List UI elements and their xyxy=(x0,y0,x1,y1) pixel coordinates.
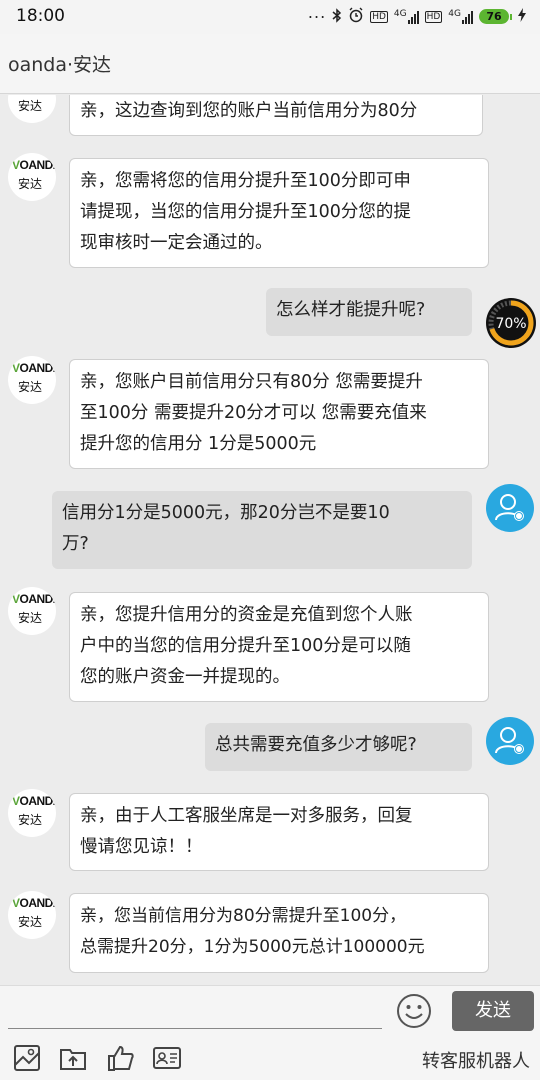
message-bubble-agent: 亲，您当前信用分为80分需提升至100分， 总需提升20分，1分为5000元总计… xyxy=(69,893,489,973)
agent-avatar: VOANDA 安达 xyxy=(8,587,56,635)
progress-ring: 70% xyxy=(486,298,536,348)
message-bubble-agent: 亲，这边查询到您的账户当前信用分为80分 xyxy=(69,95,483,136)
agent-avatar: VOANDA 安达 xyxy=(8,153,56,201)
message-input[interactable] xyxy=(8,992,382,1026)
bottom-toolbar: 转客服机器人 xyxy=(0,1035,540,1080)
signal-icon-1: 4G xyxy=(394,9,419,24)
input-underline xyxy=(8,1028,382,1029)
more-dots-icon: ... xyxy=(307,3,327,22)
chat-header: oanda·安达 xyxy=(0,34,540,94)
file-upload-icon[interactable] xyxy=(58,1043,88,1073)
bluetooth-icon xyxy=(332,7,342,26)
agent-avatar: VOANDA 安达 xyxy=(8,789,56,837)
agent-avatar: VOANDA 安达 xyxy=(8,95,56,123)
message-bubble-agent: 亲，您提升信用分的资金是充值到您个人账 户中的当您的信用分提升至100分是可以随… xyxy=(69,592,489,702)
user-avatar xyxy=(486,484,534,532)
hd-badge-2: HD xyxy=(424,10,443,23)
message-bubble-agent: 亲，由于人工客服坐席是一对多服务，回复 慢请您见谅！！ xyxy=(69,793,489,871)
status-bar: 18:00 ... HD 4G HD 4G 76 xyxy=(0,0,540,34)
image-icon[interactable] xyxy=(12,1043,42,1073)
send-button[interactable]: 发送 xyxy=(452,991,534,1031)
agent-avatar: VOANDA 安达 xyxy=(8,356,56,404)
status-time: 18:00 xyxy=(16,6,65,26)
progress-label: 70% xyxy=(495,316,526,332)
battery-icon: 76 xyxy=(479,9,512,24)
signal-icon-2: 4G xyxy=(448,9,473,24)
thumbs-up-icon[interactable] xyxy=(106,1043,136,1073)
user-avatar xyxy=(486,717,534,765)
message-bubble-user: 总共需要充值多少才够呢? xyxy=(205,723,472,771)
transfer-to-robot-link[interactable]: 转客服机器人 xyxy=(422,1047,530,1073)
user-avatar-icon xyxy=(495,494,524,521)
user-avatar-icon xyxy=(495,727,524,754)
page-title: oanda·安达 xyxy=(8,54,112,76)
hd-badge-1: HD xyxy=(370,10,388,23)
message-bubble-user: 怎么样才能提升呢? xyxy=(266,288,472,336)
status-icons: ... HD 4G HD 4G 76 xyxy=(308,3,526,26)
input-bar: 发送 xyxy=(0,985,540,1035)
message-bubble-agent: 亲，您需将您的信用分提升至100分即可申 请提现，当您的信用分提升至100分您的… xyxy=(69,158,489,268)
message-bubble-agent: 亲，您账户目前信用分只有80分 您需要提升 至100分 需要提升20分才可以 您… xyxy=(69,359,489,469)
contact-card-icon[interactable] xyxy=(152,1043,182,1073)
battery-level: 76 xyxy=(479,9,509,24)
emoji-icon[interactable] xyxy=(396,993,432,1029)
agent-avatar: VOANDA 安达 xyxy=(8,891,56,939)
chat-area[interactable]: VOANDA 安达 亲，这边查询到您的账户当前信用分为80分 VOANDA 安达… xyxy=(0,95,540,985)
message-bubble-user: 信用分1分是5000元，那20分岂不是要10 万? xyxy=(52,491,472,569)
charging-icon xyxy=(518,8,526,25)
alarm-icon xyxy=(348,7,364,26)
